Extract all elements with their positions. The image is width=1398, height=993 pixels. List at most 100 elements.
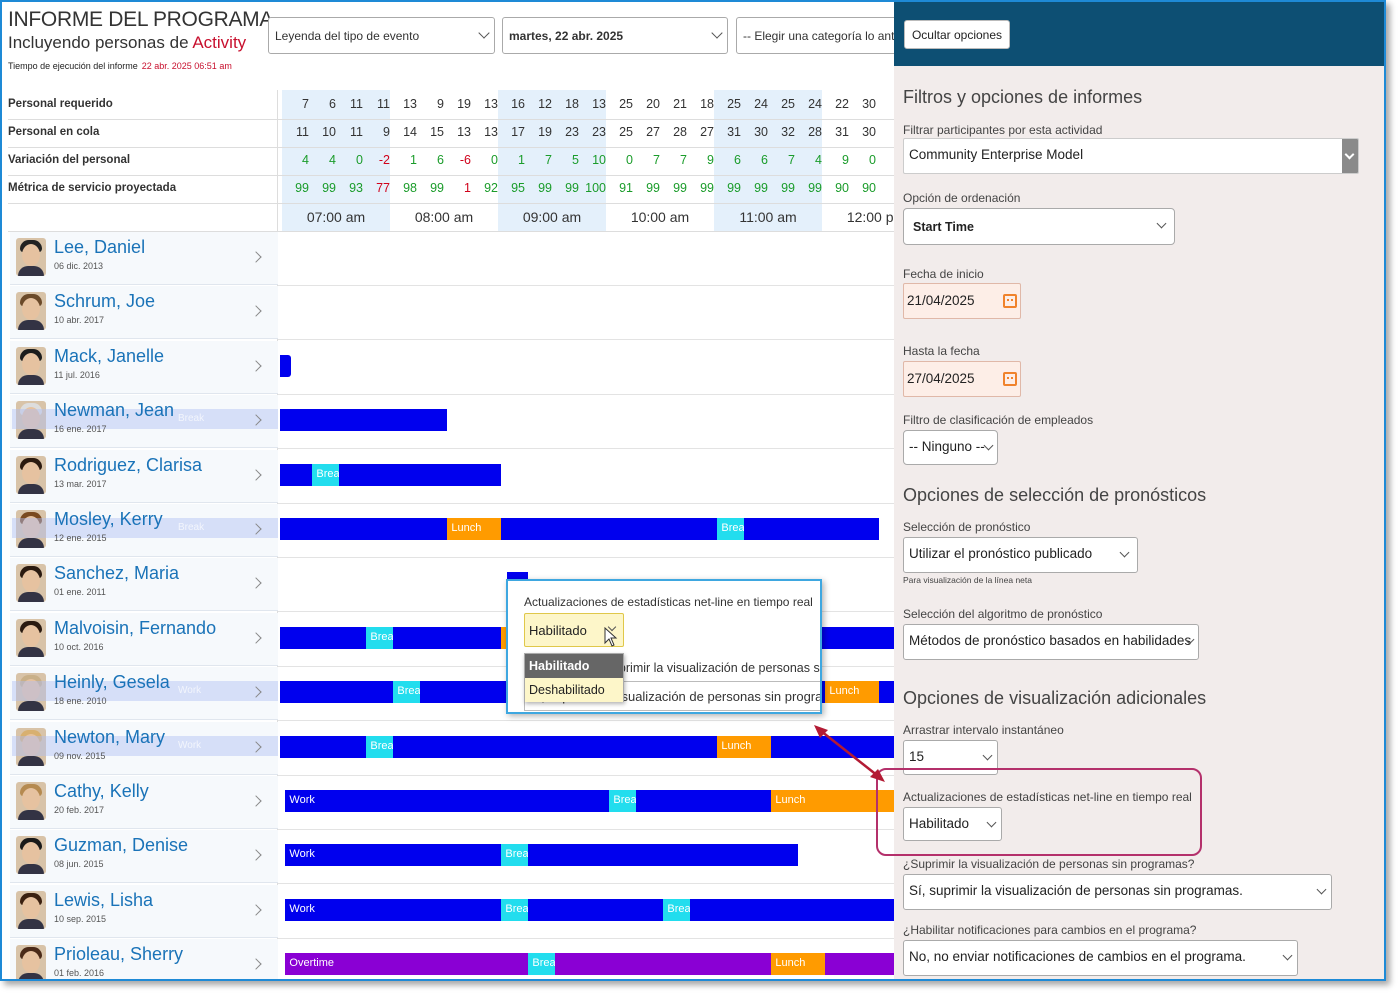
- avatar-body: [18, 701, 44, 712]
- metric-cell: 99: [295, 181, 309, 195]
- employee-row[interactable]: Heinly, Gesela 18 ene. 2010 Work: [10, 667, 278, 721]
- metric-required-label: Personal requerido: [8, 98, 113, 110]
- classification-select[interactable]: -- Ninguno --: [903, 430, 998, 465]
- metric-cell: 4: [329, 153, 336, 167]
- lunch-segment[interactable]: Lunch: [717, 735, 772, 758]
- employee-row[interactable]: Lewis, Lisha 10 sep. 2015: [10, 884, 278, 938]
- employee-name[interactable]: Schrum, Joe: [54, 291, 155, 312]
- metric-cell: 99: [727, 181, 741, 195]
- employee-row[interactable]: Newton, Mary 09 nov. 2015 Work: [10, 721, 278, 775]
- employee-row[interactable]: Rodriguez, Clarisa 13 mar. 2017: [10, 449, 278, 503]
- calendar-icon[interactable]: [1003, 372, 1017, 386]
- hour-label: 08:00 am: [414, 209, 474, 225]
- employee-name[interactable]: Mack, Janelle: [54, 346, 164, 367]
- chevron-right-icon[interactable]: [250, 468, 262, 481]
- cursor-icon: [604, 626, 618, 647]
- avatar: [16, 238, 46, 276]
- activity-label: Filtrar participantes por esta actividad: [903, 123, 1103, 137]
- employee-row[interactable]: Newman, Jean 16 ene. 2017 Break: [10, 395, 278, 449]
- employee-name[interactable]: Cathy, Kelly: [54, 781, 149, 802]
- break-segment[interactable]: Break: [366, 626, 394, 649]
- sort-label: Opción de ordenación: [903, 191, 1021, 205]
- algorithm-select[interactable]: Métodos de pronóstico basados en habilid…: [903, 624, 1199, 660]
- chevron-right-icon[interactable]: [250, 904, 262, 916]
- forecast-select[interactable]: Utilizar el pronóstico publicado: [903, 537, 1138, 573]
- employee-row[interactable]: Mosley, Kerry 12 ene. 2015 Break: [10, 504, 278, 557]
- option-deshabilitado[interactable]: Deshabilitado: [525, 678, 623, 702]
- avatar-face: [22, 352, 40, 375]
- employee-name[interactable]: Malvoisin, Fernando: [54, 618, 216, 639]
- employee-row[interactable]: Sanchez, Maria 01 ene. 2011: [10, 558, 278, 612]
- break-segment[interactable]: Break: [312, 463, 340, 486]
- metric-cell: 9: [707, 153, 714, 167]
- sort-select[interactable]: Start Time: [903, 208, 1175, 245]
- chevron-right-icon[interactable]: [250, 577, 262, 590]
- category-select[interactable]: -- Elegir una categoría lo ante: [736, 17, 894, 54]
- metric-cell: -6: [459, 153, 471, 167]
- avatar-body: [18, 483, 44, 494]
- break-segment[interactable]: Break: [528, 953, 556, 976]
- chevron-right-icon[interactable]: [250, 795, 262, 807]
- option-habilitado[interactable]: Habilitado: [525, 654, 623, 678]
- event-legend-select[interactable]: Leyenda del tipo de evento: [268, 17, 495, 54]
- lunch-segment[interactable]: Lunch: [771, 953, 826, 976]
- employee-name[interactable]: Rodriguez, Clarisa: [54, 455, 202, 476]
- date-select[interactable]: martes, 22 abr. 2025: [502, 17, 728, 54]
- metric-cell: 7: [788, 153, 795, 167]
- end-date-input[interactable]: 27/04/2025: [903, 361, 1021, 397]
- work-segment[interactable]: [280, 354, 291, 377]
- employee-name[interactable]: Prioleau, Sherry: [54, 944, 183, 965]
- divider: [8, 175, 894, 176]
- break-segment[interactable]: Break: [501, 898, 529, 921]
- employee-name[interactable]: Newton, Mary: [54, 727, 165, 748]
- break-segment[interactable]: Break: [717, 518, 745, 540]
- chevron-right-icon[interactable]: [250, 251, 262, 263]
- hide-options-button[interactable]: Ocultar opciones: [904, 20, 1010, 49]
- start-date-input[interactable]: 21/04/2025: [903, 283, 1021, 319]
- break-segment[interactable]: Break: [663, 898, 691, 921]
- employee-name[interactable]: Guzman, Denise: [54, 835, 188, 856]
- employee-row[interactable]: Malvoisin, Fernando 10 oct. 2016: [10, 612, 278, 666]
- calendar-icon[interactable]: [1003, 294, 1017, 308]
- notify-select[interactable]: No, no enviar notificaciones de cambios …: [903, 940, 1298, 976]
- metric-cell: 6: [437, 153, 444, 167]
- employee-row[interactable]: Lee, Daniel 06 dic. 2013: [10, 232, 278, 285]
- metric-cell: 98: [403, 181, 417, 195]
- employee-name[interactable]: Lewis, Lisha: [54, 890, 153, 911]
- employee-row[interactable]: Mack, Janelle 11 jul. 2016: [10, 340, 278, 394]
- employee-row[interactable]: Guzman, Denise 08 jun. 2015: [10, 830, 278, 884]
- chevron-right-icon[interactable]: [250, 958, 262, 970]
- employee-row[interactable]: Prioleau, Sherry 01 feb. 2016: [10, 939, 278, 979]
- employee-name[interactable]: Heinly, Gesela: [54, 672, 170, 693]
- employee-row[interactable]: Schrum, Joe 10 abr. 2017: [10, 286, 278, 340]
- avatar-body: [18, 429, 44, 440]
- avatar-face: [22, 298, 40, 321]
- employee-name[interactable]: Sanchez, Maria: [54, 563, 179, 584]
- work-segment[interactable]: Work: [285, 898, 894, 921]
- chevron-right-icon[interactable]: [250, 360, 262, 372]
- suppress-select[interactable]: Sí, suprimir la visualización de persona…: [903, 874, 1332, 910]
- break-segment[interactable]: Break: [393, 681, 421, 704]
- activity-select[interactable]: Community Enterprise Model: [903, 138, 1359, 174]
- employee-name[interactable]: Newman, Jean: [54, 400, 174, 421]
- metric-cell: 23: [592, 125, 606, 139]
- break-segment[interactable]: Break: [366, 735, 394, 758]
- chevron-right-icon[interactable]: [250, 305, 262, 318]
- metric-cell: 17: [511, 125, 525, 139]
- break-segment[interactable]: Break: [609, 790, 637, 812]
- break-segment[interactable]: Break: [501, 844, 529, 867]
- hour-label: 11:00 am: [739, 209, 797, 225]
- employee-row[interactable]: Cathy, Kelly 20 feb. 2017: [10, 776, 278, 829]
- employee-name[interactable]: Lee, Daniel: [54, 237, 145, 258]
- employee-date: 11 jul. 2016: [54, 369, 100, 380]
- chevron-right-icon[interactable]: [250, 849, 262, 862]
- lunch-segment[interactable]: Lunch: [825, 681, 880, 704]
- work-segment[interactable]: [280, 518, 880, 540]
- employee-name[interactable]: Mosley, Kerry: [54, 509, 163, 530]
- lunch-segment[interactable]: Lunch: [447, 518, 502, 540]
- work-segment[interactable]: Work: [285, 844, 799, 867]
- chevron-right-icon[interactable]: [250, 632, 262, 644]
- work-segment[interactable]: [280, 409, 448, 432]
- netline-dropdown-popup: Actualizaciones de estadísticas net-line…: [506, 579, 822, 714]
- metric-variance-label: Variación del personal: [8, 154, 131, 166]
